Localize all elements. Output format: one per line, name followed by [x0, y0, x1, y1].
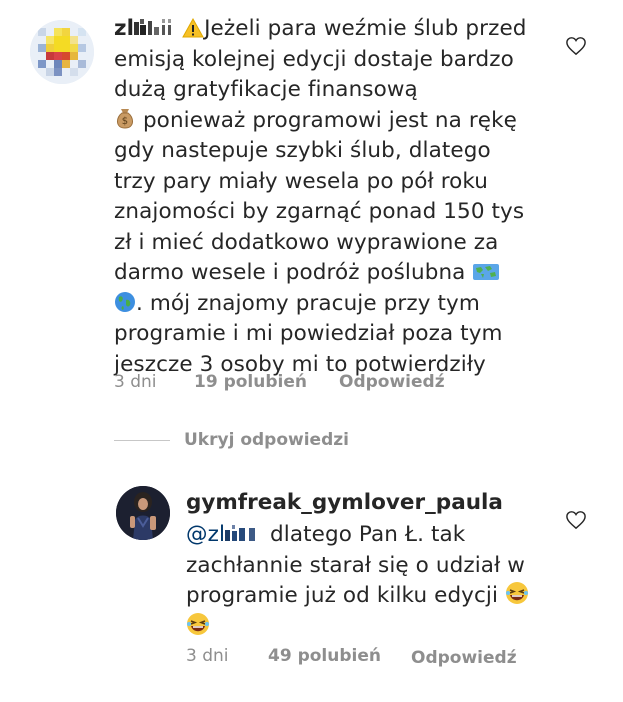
- username-blur-icon: [134, 19, 172, 35]
- mention-blur-icon: [225, 525, 256, 541]
- reply-avatar[interactable]: [116, 486, 170, 540]
- comment: zl Jeżeli para weźmie ślub przed emisją …: [114, 14, 534, 380]
- reply-time: 3 dni: [186, 646, 229, 666]
- divider: [114, 439, 170, 441]
- reply: gymfreak_gymlover_paula @zl dlatego Pan …: [186, 488, 546, 642]
- reply-username[interactable]: gymfreak_gymlover_paula: [186, 488, 546, 518]
- avatar-icon: [116, 486, 170, 540]
- reply-body: @zl dlatego Pan Ł. tak zachłannie starał…: [186, 520, 546, 642]
- money-bag-icon: $: [117, 108, 133, 129]
- like-heart-icon[interactable]: [565, 36, 587, 56]
- reply-likes[interactable]: 49 polubień: [268, 646, 398, 666]
- comment-likes[interactable]: 19 polubień: [194, 372, 339, 392]
- laughing-emoji-icon: [187, 612, 209, 635]
- globe-icon: [115, 291, 135, 312]
- reply-button[interactable]: Odpowiedź: [339, 372, 445, 392]
- hide-replies[interactable]: Ukryj odpowiedzi: [114, 430, 349, 450]
- world-map-icon: [473, 264, 500, 280]
- laughing-emoji-icon: [506, 582, 529, 604]
- comment-time: 3 dni: [114, 372, 157, 392]
- like-heart-icon[interactable]: [565, 510, 587, 530]
- comment-meta: 3 dni 19 polubień Odpowiedź: [114, 372, 445, 392]
- reply-reply-button[interactable]: Odpowiedź: [411, 646, 517, 670]
- hide-replies-button[interactable]: Ukryj odpowiedzi: [184, 430, 349, 450]
- comment-body: zl Jeżeli para weźmie ślub przed emisją …: [114, 16, 527, 377]
- warning-icon: [182, 18, 204, 38]
- avatar[interactable]: [30, 20, 94, 84]
- mention-link[interactable]: @zl: [186, 522, 263, 547]
- svg-text:$: $: [122, 116, 128, 127]
- avatar-pixelated-icon: [30, 20, 94, 84]
- comment-username[interactable]: zl: [114, 16, 182, 41]
